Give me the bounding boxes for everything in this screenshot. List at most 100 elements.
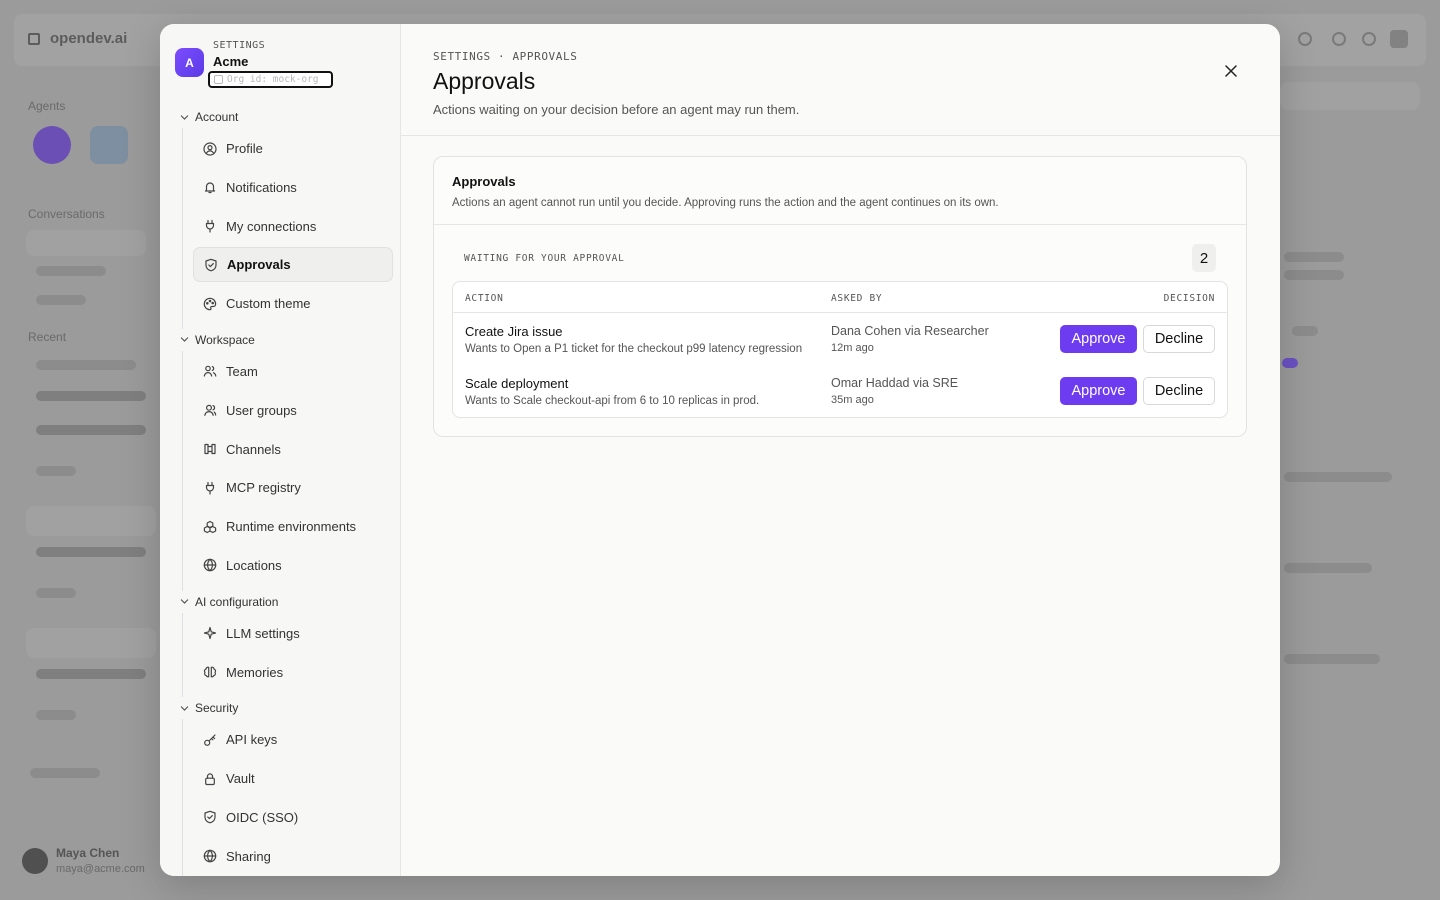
- waiting-count-badge: 2: [1192, 244, 1216, 272]
- sidebar-item-llm-settings[interactable]: LLM settings: [193, 616, 393, 651]
- users-icon: [203, 366, 217, 378]
- action-description: Wants to Scale checkout-api from 6 to 10…: [465, 395, 760, 407]
- nav-group-label: Workspace: [195, 332, 255, 347]
- sidebar-item-label: Vault: [226, 771, 255, 787]
- nav-group-toggle[interactable]: Security: [160, 697, 400, 719]
- shield-check-icon: [205, 258, 217, 272]
- bell-icon: [204, 182, 216, 194]
- background-line: [36, 466, 76, 476]
- sidebar-item-profile[interactable]: Profile: [193, 131, 393, 166]
- table-row: Scale deployment Wants to Scale checkout-…: [453, 365, 1227, 417]
- chevron-down-icon: [180, 599, 189, 605]
- settings-modal: A SETTINGS Acme Org id: mock-org Account…: [160, 24, 1280, 876]
- sidebar-item-api-keys[interactable]: API keys: [193, 722, 393, 757]
- waiting-row: WAITING FOR YOUR APPROVAL 2: [464, 244, 1216, 274]
- approvals-card-subtitle: Actions an agent cannot run until you de…: [452, 197, 999, 209]
- sidebar-item-notifications[interactable]: Notifications: [193, 170, 393, 205]
- approvals-card-title: Approvals: [452, 174, 516, 189]
- sidebar-item-channels[interactable]: Channels: [193, 432, 393, 467]
- background-logo-icon: [28, 33, 40, 45]
- palette-icon: [203, 297, 217, 310]
- sidebar-item-label: My connections: [226, 218, 317, 234]
- background-line: [36, 425, 146, 435]
- sidebar-item-label: LLM settings: [226, 625, 300, 641]
- background-line: [36, 669, 146, 679]
- key-icon: [204, 734, 216, 746]
- sidebar-item-runtime-environments[interactable]: Runtime environments: [193, 509, 393, 544]
- background-link: [1282, 358, 1298, 368]
- channels-icon: [204, 443, 216, 455]
- nav-group-items: Profile Notifications My connections Approv…: [182, 128, 400, 329]
- background-card: [26, 506, 156, 536]
- background-line: [36, 360, 136, 370]
- sidebar-item-team[interactable]: Team: [193, 354, 393, 389]
- background-line: [1284, 563, 1372, 573]
- approve-button[interactable]: Approve: [1060, 377, 1137, 405]
- nav-group-toggle[interactable]: AI configuration: [160, 591, 400, 613]
- background-section-recent: Recent: [28, 330, 67, 344]
- org-id-copy-button[interactable]: Org id: mock-org: [208, 71, 333, 88]
- background-line: [36, 588, 76, 598]
- sidebar-item-label: Locations: [226, 557, 282, 573]
- org-avatar: A: [175, 48, 204, 77]
- decline-button[interactable]: Decline: [1143, 325, 1215, 353]
- user-group-icon: [204, 405, 217, 417]
- sidebar-item-vault[interactable]: Vault: [193, 761, 393, 796]
- background-line: [1292, 326, 1318, 336]
- background-settings-icon: [1332, 32, 1346, 46]
- background-agent-avatar: [90, 126, 128, 164]
- sidebar-item-label: Team: [226, 363, 258, 379]
- background-app-name: opendev.ai: [50, 30, 128, 47]
- globe-icon: [203, 849, 217, 863]
- org-name: Acme: [213, 54, 249, 69]
- settings-sidebar: A SETTINGS Acme Org id: mock-org Account…: [160, 24, 401, 876]
- plug-icon: [205, 219, 215, 233]
- sidebar-item-sharing[interactable]: Sharing: [193, 839, 393, 874]
- sidebar-item-custom-theme[interactable]: Custom theme: [193, 286, 393, 321]
- nav-group-label: AI configuration: [195, 594, 279, 609]
- sidebar-item-my-connections[interactable]: My connections: [193, 209, 393, 244]
- close-button[interactable]: [1222, 62, 1240, 80]
- approve-button[interactable]: Approve: [1060, 325, 1137, 353]
- sidebar-item-label: Runtime environments: [226, 519, 357, 535]
- breadcrumb: SETTINGS · APPROVALS: [433, 50, 578, 63]
- action-title: Create Jira issue: [465, 324, 563, 339]
- background-line: [1284, 472, 1392, 482]
- brain-icon: [203, 666, 217, 678]
- action-title: Scale deployment: [465, 376, 569, 391]
- sidebar-item-memories[interactable]: Memories: [193, 655, 393, 690]
- background-line: [36, 547, 146, 557]
- table-row: Create Jira issue Wants to Open a P1 tick…: [453, 313, 1227, 365]
- background-user-sub: maya@acme.com: [56, 863, 145, 875]
- decline-button[interactable]: Decline: [1143, 377, 1215, 405]
- sidebar-item-label: MCP registry: [226, 480, 301, 496]
- nav-group: AI configuration LLM settings Memories: [160, 591, 400, 698]
- sidebar-item-label: Profile: [226, 141, 263, 156]
- sidebar-item-locations[interactable]: Locations: [193, 548, 393, 583]
- background-line: [36, 295, 86, 305]
- asked-time: 12m ago: [831, 342, 874, 354]
- background-line: [36, 710, 76, 720]
- close-icon: [1225, 65, 1237, 77]
- nav-group-items: Team User groups Channels MCP registry Runti…: [182, 350, 400, 591]
- plug-icon: [205, 481, 215, 495]
- waiting-label: WAITING FOR YOUR APPROVAL: [464, 253, 625, 264]
- background-line: [1284, 270, 1344, 280]
- org-id-text: Org id: mock-org: [227, 74, 319, 85]
- sidebar-item-oidc-sso[interactable]: OIDC (SSO): [193, 800, 393, 835]
- sidebar-item-label: Custom theme: [226, 296, 311, 312]
- sidebar-item-user-groups[interactable]: User groups: [193, 393, 393, 428]
- nav-group: Account Profile Notifications My connection…: [160, 106, 400, 329]
- approvals-card-header: Approvals Actions an agent cannot run un…: [434, 157, 1246, 225]
- sidebar-item-label: API keys: [226, 732, 278, 748]
- sidebar-item-approvals[interactable]: Approvals: [193, 247, 393, 283]
- nav-group-label: Security: [195, 701, 239, 716]
- sidebar-item-mcp-registry[interactable]: MCP registry: [193, 470, 393, 505]
- chevron-down-icon: [180, 337, 189, 343]
- action-description: Wants to Open a P1 ticket for the checko…: [465, 343, 803, 355]
- nav-group: Security API keys Vault OIDC (SSO) Sharing: [160, 697, 400, 876]
- background-card: [26, 628, 156, 658]
- nav-group-toggle[interactable]: Account: [160, 106, 400, 128]
- background-section-conversations: Conversations: [28, 207, 105, 221]
- nav-group-toggle[interactable]: Workspace: [160, 329, 400, 351]
